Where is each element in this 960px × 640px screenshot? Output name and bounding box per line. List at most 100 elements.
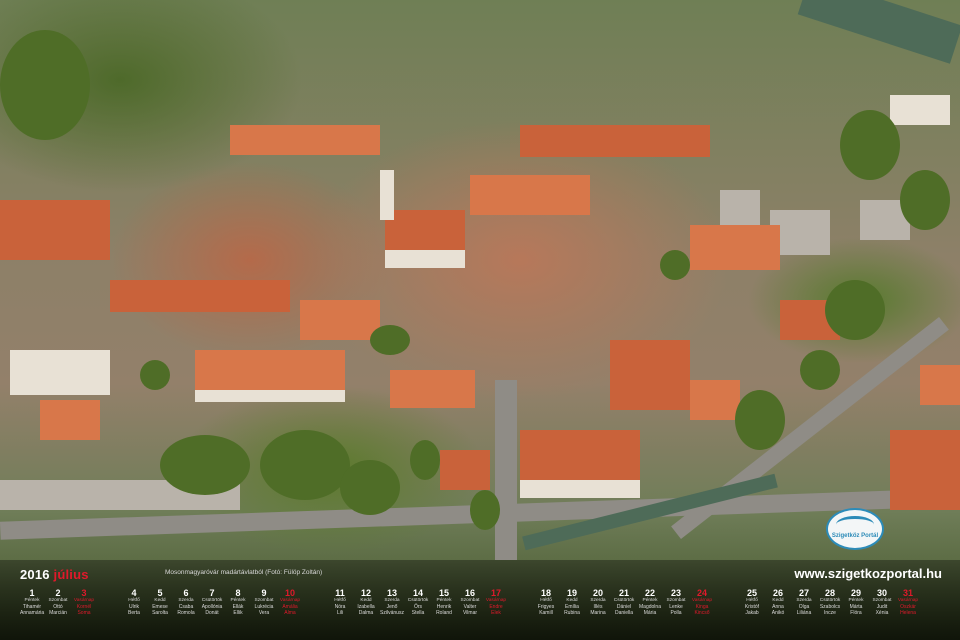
day-cell: 11 Hétfő Nóra Lili xyxy=(328,588,352,616)
day-cell: 7 Csütörtök Apollónia Donát xyxy=(200,588,224,616)
website-link[interactable]: www.szigetkozportal.hu xyxy=(794,566,942,581)
day-cell: 17 Vasárnap Endre Elek xyxy=(484,588,508,616)
nameday-label: Szabolcs Incze xyxy=(819,604,841,616)
day-cell: 18 Hétfő Frigyes Kamill xyxy=(534,588,558,616)
day-cell: 3 Vasárnap Kornél Soma xyxy=(72,588,96,616)
day-number: 3 xyxy=(81,588,87,598)
nameday-label: Emília Rubina xyxy=(564,604,580,616)
nameday-label: Ellák Ellik xyxy=(232,604,244,616)
nameday-label: Dániel Daniella xyxy=(614,604,634,616)
day-cell: 9 Szombat Lukrécia Vera xyxy=(252,588,276,616)
day-number: 26 xyxy=(772,588,783,598)
nameday-label: Márta Flóra xyxy=(849,604,863,616)
photo-credit: Mosonmagyaróvár madártávlatból (Fotó: Fü… xyxy=(165,569,323,576)
day-cell: 30 Szombat Judit Xénia xyxy=(870,588,894,616)
day-number: 28 xyxy=(824,588,835,598)
nameday-label: Izabella Dalma xyxy=(357,604,375,616)
day-number: 2 xyxy=(55,588,61,598)
day-cell: 19 Kedd Emília Rubina xyxy=(560,588,584,616)
day-number: 15 xyxy=(438,588,449,598)
nameday-label: Ottó Marcián xyxy=(49,604,67,616)
nameday-label: Amália Alma xyxy=(282,604,298,616)
day-list: 1 Péntek Tihamér Annamária 2 Szombat Ottó Mar… xyxy=(0,588,960,640)
month-label: július xyxy=(53,567,89,582)
day-number: 7 xyxy=(209,588,215,598)
day-cell: 25 Hétfő Kristóf Jakab xyxy=(740,588,764,616)
nameday-label: Illés Marina xyxy=(590,604,606,616)
day-number: 21 xyxy=(618,588,629,598)
nameday-label: Magdolna Mária xyxy=(639,604,661,616)
nameday-label: Anna Anikó xyxy=(771,604,785,616)
day-cell: 26 Kedd Anna Anikó xyxy=(766,588,790,616)
day-cell: 27 Szerda Olga Liliána xyxy=(792,588,816,616)
day-number: 8 xyxy=(235,588,241,598)
day-cell: 6 Szerda Csaba Romola xyxy=(174,588,198,616)
nameday-label: Valter Vilmar xyxy=(462,604,478,616)
nameday-label: Oszkár Helena xyxy=(900,604,916,616)
nameday-label: Őrs Stella xyxy=(411,604,425,616)
day-number: 9 xyxy=(261,588,267,598)
day-number: 23 xyxy=(670,588,681,598)
day-number: 11 xyxy=(335,588,345,598)
nameday-label: Apollónia Donát xyxy=(201,604,223,616)
year-label: 2016 xyxy=(20,567,50,582)
day-cell: 13 Szerda Jenő Szilvánusz xyxy=(380,588,404,616)
day-number: 25 xyxy=(746,588,757,598)
day-number: 16 xyxy=(464,588,475,598)
nameday-label: Frigyes Kamill xyxy=(537,604,555,616)
day-number: 17 xyxy=(490,588,501,598)
nameday-label: Judit Xénia xyxy=(875,604,889,616)
day-cell: 21 Csütörtök Dániel Daniella xyxy=(612,588,636,616)
day-cell: 1 Péntek Tihamér Annamária xyxy=(20,588,44,616)
nameday-label: Tihamér Annamária xyxy=(20,604,45,616)
nameday-label: Csaba Romola xyxy=(177,604,195,616)
day-number: 6 xyxy=(183,588,189,598)
nameday-label: Jenő Szilvánusz xyxy=(380,604,404,616)
day-number: 19 xyxy=(566,588,577,598)
nameday-label: Henrik Roland xyxy=(436,604,452,616)
nameday-label: Olga Liliána xyxy=(796,604,812,616)
day-cell: 5 Kedd Emese Sarolta xyxy=(148,588,172,616)
logo-text: Szigetköz Portál xyxy=(831,533,879,539)
day-cell: 14 Csütörtök Őrs Stella xyxy=(406,588,430,616)
day-cell: 8 Péntek Ellák Ellik xyxy=(226,588,250,616)
day-number: 30 xyxy=(876,588,887,598)
szigetkoz-portal-logo: Szigetköz Portál xyxy=(822,508,888,560)
day-cell: 10 Vasárnap Amália Alma xyxy=(278,588,302,616)
day-cell: 2 Szombat Ottó Marcián xyxy=(46,588,70,616)
nameday-label: Lenke Polla xyxy=(669,604,683,616)
day-number: 27 xyxy=(798,588,809,598)
day-cell: 16 Szombat Valter Vilmar xyxy=(458,588,482,616)
day-number: 13 xyxy=(386,588,397,598)
day-cell: 20 Szerda Illés Marina xyxy=(586,588,610,616)
nameday-label: Kornél Soma xyxy=(76,604,92,616)
day-number: 22 xyxy=(644,588,655,598)
day-number: 5 xyxy=(157,588,163,598)
nameday-label: Emese Sarolta xyxy=(152,604,168,616)
day-number: 10 xyxy=(284,588,295,598)
day-number: 29 xyxy=(850,588,861,598)
nameday-label: Ulrik Berta xyxy=(128,604,140,616)
day-number: 24 xyxy=(696,588,707,598)
nameday-label: Kristóf Jakab xyxy=(744,604,760,616)
day-number: 31 xyxy=(902,588,913,598)
nameday-label: Kinga Kincső xyxy=(694,604,710,616)
day-number: 1 xyxy=(29,588,35,598)
day-number: 20 xyxy=(592,588,603,598)
day-cell: 23 Szombat Lenke Polla xyxy=(664,588,688,616)
logo-wave-icon xyxy=(836,516,874,533)
day-cell: 15 Péntek Henrik Roland xyxy=(432,588,456,616)
nameday-label: Endre Elek xyxy=(489,604,503,616)
calendar-page: Szigetköz Portál 2016 július Mosonmagyar… xyxy=(0,0,960,640)
day-cell: 22 Péntek Magdolna Mária xyxy=(638,588,662,616)
day-cell: 28 Csütörtök Szabolcs Incze xyxy=(818,588,842,616)
day-cell: 29 Péntek Márta Flóra xyxy=(844,588,868,616)
day-number: 12 xyxy=(360,588,371,598)
month-heading: 2016 július xyxy=(20,567,89,582)
day-cell: 24 Vasárnap Kinga Kincső xyxy=(690,588,714,616)
day-number: 18 xyxy=(540,588,551,598)
nameday-label: Nóra Lili xyxy=(334,604,346,616)
day-cell: 12 Kedd Izabella Dalma xyxy=(354,588,378,616)
day-number: 14 xyxy=(412,588,423,598)
nameday-label: Lukrécia Vera xyxy=(254,604,274,616)
